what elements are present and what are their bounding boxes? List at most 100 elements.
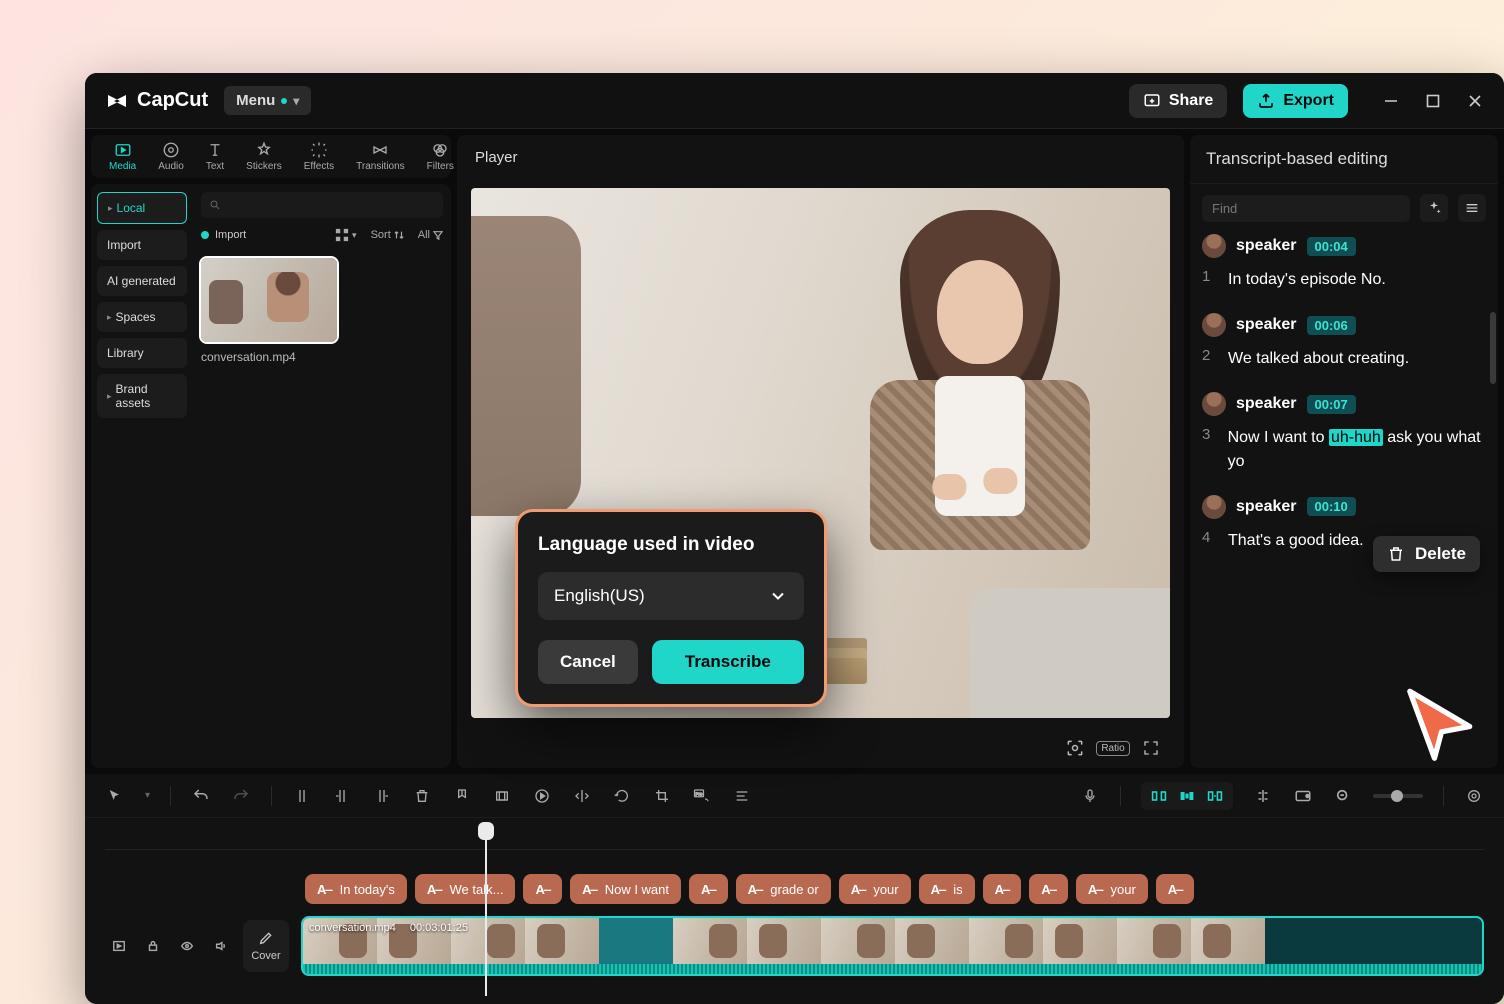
- scan-icon[interactable]: [1064, 737, 1086, 759]
- mic-button[interactable]: [1080, 786, 1100, 806]
- tab-text[interactable]: Text: [206, 141, 224, 172]
- fit-button[interactable]: [1464, 786, 1484, 806]
- transcript-find-input[interactable]: Find: [1202, 195, 1410, 222]
- caption-clip[interactable]: A‒: [983, 874, 1022, 904]
- sidebar-item-spaces[interactable]: ▸ Spaces: [97, 302, 187, 332]
- align-tool[interactable]: [1253, 786, 1273, 806]
- filter-all-button[interactable]: All: [418, 229, 443, 241]
- delete-popover[interactable]: Delete: [1373, 536, 1480, 572]
- playhead[interactable]: [485, 824, 487, 996]
- transcript-line: Now I want to uh-huh ask you what yo: [1228, 426, 1492, 472]
- caption-clip[interactable]: A‒your: [1076, 874, 1148, 904]
- highlighted-word[interactable]: uh-huh: [1329, 429, 1383, 446]
- media-clip-thumbnail[interactable]: [201, 258, 337, 342]
- media-clip-name: conversation.mp4: [201, 350, 443, 364]
- caption-clip[interactable]: A‒grade or: [736, 874, 831, 904]
- sidebar-item-local[interactable]: ▸ Local: [97, 192, 187, 224]
- sidebar-item-ai-generated[interactable]: AI generated: [97, 266, 187, 296]
- view-grid-button[interactable]: ▾: [335, 228, 357, 242]
- transcript-header: Transcript-based editing: [1190, 135, 1498, 184]
- grid-icon: [335, 228, 349, 242]
- snap-option-2[interactable]: [1177, 786, 1197, 806]
- tab-transitions[interactable]: Transitions: [356, 141, 405, 172]
- zoom-out-button[interactable]: [1333, 786, 1353, 806]
- maximize-button[interactable]: [1424, 92, 1442, 110]
- caption-clip[interactable]: A‒: [689, 874, 728, 904]
- media-search[interactable]: [201, 192, 443, 218]
- sidebar-item-library[interactable]: Library: [97, 338, 187, 368]
- tab-filters[interactable]: Filters: [427, 141, 454, 172]
- fullscreen-button[interactable]: [1140, 737, 1162, 759]
- caption-clip[interactable]: A‒your: [839, 874, 911, 904]
- scrollbar-thumb[interactable]: [1490, 312, 1496, 384]
- cancel-button[interactable]: Cancel: [538, 640, 638, 684]
- close-button[interactable]: [1466, 92, 1484, 110]
- language-select[interactable]: English(US): [538, 572, 804, 620]
- transcript-item[interactable]: speaker 00:07 3 Now I want to uh-huh ask…: [1202, 392, 1492, 472]
- tab-media[interactable]: Media: [109, 141, 136, 172]
- pro-tool[interactable]: Pro: [692, 786, 712, 806]
- caption-icon: A‒: [317, 882, 332, 897]
- minimize-button[interactable]: [1382, 92, 1400, 110]
- frame-tool[interactable]: [492, 786, 512, 806]
- tab-stickers[interactable]: Stickers: [246, 141, 282, 172]
- redo-button[interactable]: [231, 786, 251, 806]
- play-tool[interactable]: [532, 786, 552, 806]
- track-visible-toggle[interactable]: [177, 936, 197, 956]
- zoom-slider[interactable]: [1373, 794, 1423, 798]
- caption-clip[interactable]: A‒In today's: [305, 874, 407, 904]
- caption-clip[interactable]: A‒: [523, 874, 562, 904]
- delete-label: Delete: [1415, 544, 1466, 564]
- caption-clip[interactable]: A‒Now I want: [570, 874, 681, 904]
- video-clip[interactable]: conversation.mp4 00:03:01:25: [301, 916, 1484, 976]
- split-right-tool[interactable]: [372, 786, 392, 806]
- cursor-tool[interactable]: [105, 786, 125, 806]
- tab-audio[interactable]: Audio: [158, 141, 184, 172]
- transcribe-button[interactable]: Transcribe: [652, 640, 804, 684]
- track-lock-toggle[interactable]: [143, 936, 163, 956]
- ratio-button[interactable]: Ratio: [1102, 737, 1124, 759]
- capcut-logo-icon: [105, 89, 129, 113]
- crop-tool[interactable]: [652, 786, 672, 806]
- timestamp-chip: 00:06: [1307, 316, 1356, 335]
- chevron-down-icon[interactable]: ▾: [145, 790, 150, 801]
- mirror-tool[interactable]: [572, 786, 592, 806]
- sparkle-button[interactable]: [1420, 194, 1448, 222]
- split-left-tool[interactable]: [332, 786, 352, 806]
- sidebar-item-brand-assets[interactable]: ▸ Brand assets: [97, 374, 187, 418]
- snap-option-3[interactable]: [1205, 786, 1225, 806]
- marker-tool[interactable]: [452, 786, 472, 806]
- delete-tool[interactable]: [412, 786, 432, 806]
- menu-button[interactable]: Menu ▾: [224, 86, 311, 115]
- list-button[interactable]: [1458, 194, 1486, 222]
- filters-icon: [431, 141, 449, 159]
- magnet-tool[interactable]: [1293, 786, 1313, 806]
- tab-effects[interactable]: Effects: [304, 141, 334, 172]
- caption-icon: A‒: [1088, 882, 1103, 897]
- caption-clip[interactable]: A‒: [1156, 874, 1195, 904]
- import-chip[interactable]: Import: [201, 229, 246, 241]
- timeline-ruler[interactable]: [105, 828, 1484, 850]
- sort-button[interactable]: Sort: [371, 229, 404, 241]
- caret-icon: ▸: [108, 203, 113, 214]
- filter-icon: [433, 230, 443, 240]
- timeline-body[interactable]: A‒In today's A‒We talk... A‒ A‒Now I wan…: [85, 818, 1504, 1004]
- caption-clip[interactable]: A‒We talk...: [415, 874, 516, 904]
- cover-button[interactable]: Cover: [243, 920, 289, 972]
- split-tool[interactable]: [292, 786, 312, 806]
- export-button[interactable]: Export: [1243, 84, 1348, 118]
- rotate-tool[interactable]: [612, 786, 632, 806]
- track-thumbnail-toggle[interactable]: [109, 936, 129, 956]
- sidebar-item-import[interactable]: Import: [97, 230, 187, 260]
- audio-waveform: [303, 964, 1482, 974]
- transcript-item[interactable]: speaker 00:06 2 We talked about creating…: [1202, 313, 1492, 370]
- speaker-label: speaker: [1236, 316, 1297, 334]
- caption-clip[interactable]: A‒is: [919, 874, 975, 904]
- transcript-item[interactable]: speaker 00:04 1 In today's episode No.: [1202, 234, 1492, 291]
- track-mute-toggle[interactable]: [211, 936, 231, 956]
- caption-clip[interactable]: A‒: [1029, 874, 1068, 904]
- snap-option-1[interactable]: [1149, 786, 1169, 806]
- share-button[interactable]: Share: [1129, 84, 1227, 118]
- captions-tool[interactable]: [732, 786, 752, 806]
- undo-button[interactable]: [191, 786, 211, 806]
